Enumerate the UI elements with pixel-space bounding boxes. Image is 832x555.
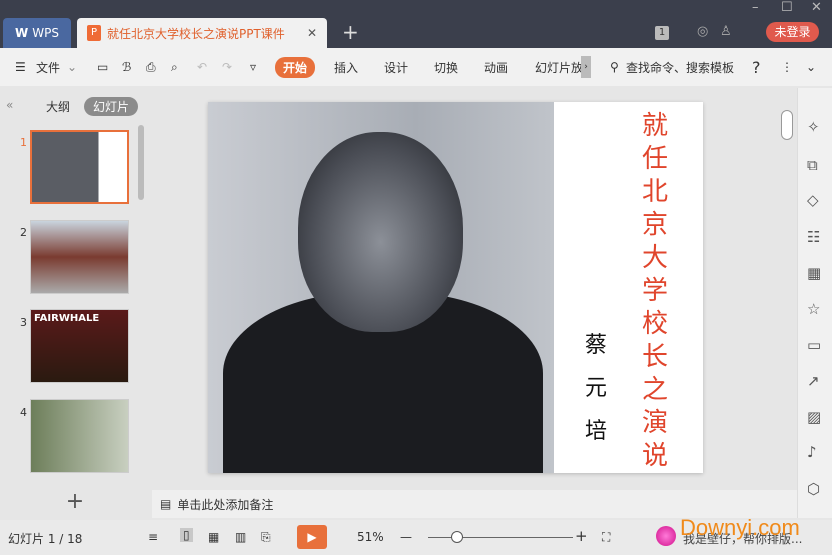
star-icon[interactable]: ☆: [807, 300, 820, 318]
slide-thumbnail-1[interactable]: [30, 130, 129, 204]
print-preview-icon[interactable]: ⌕: [171, 60, 178, 75]
archive-icon[interactable]: ▭: [807, 336, 821, 354]
scroll-tabs-right-button[interactable]: ›: [581, 56, 591, 78]
reading-view-icon[interactable]: ▥: [235, 530, 246, 544]
right-sidebar: ✧ ⧉ ◇ ☷ ▦ ☆ ▭ ↗ ▨ ♪ ⬡: [797, 88, 832, 518]
notes-toggle-icon[interactable]: ≡: [148, 530, 158, 544]
slide-title[interactable]: 就任北京大学校长之演说: [640, 110, 670, 473]
shape-icon[interactable]: ◇: [807, 191, 819, 209]
window-count-badge[interactable]: 1: [655, 26, 669, 40]
tab-outline[interactable]: 大纲: [46, 98, 70, 115]
redo-icon[interactable]: ↷: [222, 60, 232, 74]
transform-icon[interactable]: ⧉: [807, 156, 818, 174]
portrait-photo: [208, 102, 554, 473]
collapse-panel-icon[interactable]: «: [6, 98, 13, 112]
audio-icon[interactable]: ♪: [807, 443, 817, 461]
tab-slideshow[interactable]: 幻灯片放: [535, 59, 583, 76]
skin-icon[interactable]: ◎: [697, 24, 708, 39]
tab-animation[interactable]: 动画: [484, 59, 508, 76]
title-bar: W WPS P 就任北京大学校长之演说PPT课件 ✕ + – ☐ ✕ 1 ◎ ♙ 未登…: [0, 0, 832, 48]
login-button[interactable]: 未登录: [766, 22, 819, 42]
panel-scrollbar[interactable]: [138, 125, 144, 200]
shield-icon[interactable]: ⬡: [807, 480, 820, 498]
add-slide-button[interactable]: +: [0, 488, 150, 518]
slide-count: 幻灯片 1 / 18: [8, 532, 83, 546]
normal-view-icon[interactable]: ▯: [180, 528, 193, 542]
gallery-icon[interactable]: ▦: [807, 264, 821, 282]
slide-panel: « 大纲 幻灯片 1 2 3 FAIRWHALE 4: [0, 88, 150, 488]
more-dropdown-icon[interactable]: ▿: [250, 60, 256, 74]
slide-thumbnail-4[interactable]: [30, 399, 129, 473]
wps-home-tab[interactable]: W WPS: [3, 18, 71, 48]
save-icon[interactable]: ▭: [97, 60, 108, 74]
tab-start[interactable]: 开始: [275, 56, 316, 78]
tab-transition[interactable]: 切换: [434, 59, 458, 76]
zoom-in-button[interactable]: +: [575, 527, 588, 545]
print-icon[interactable]: ⎙: [146, 60, 156, 75]
slide-sorter-icon[interactable]: ▦: [208, 530, 219, 544]
undo-icon[interactable]: ↶: [197, 60, 207, 74]
collapse-ribbon-icon[interactable]: ⌄: [806, 60, 816, 74]
new-tab-button[interactable]: +: [342, 20, 359, 44]
shirt-icon[interactable]: ♙: [720, 24, 732, 39]
slide-number: 2: [20, 226, 27, 239]
notes-placeholder: 单击此处添加备注: [177, 497, 274, 512]
slide-number: 3: [20, 316, 27, 329]
share-icon[interactable]: ↗: [807, 372, 820, 390]
image-icon[interactable]: ▨: [807, 408, 821, 426]
zoom-out-button[interactable]: —: [400, 530, 412, 544]
slide-number: 4: [20, 406, 27, 419]
slide-thumbnail-2[interactable]: [30, 220, 129, 294]
command-search[interactable]: 查找命令、搜索模板: [626, 59, 734, 76]
tab-design[interactable]: 设计: [384, 59, 408, 76]
slide-number: 1: [20, 136, 27, 149]
watermark: Downyi.com: [680, 515, 800, 540]
close-window-button[interactable]: ✕: [811, 0, 822, 15]
settings-sliders-icon[interactable]: ☷: [807, 228, 820, 246]
presenter-icon[interactable]: ⎘: [261, 530, 271, 545]
thumbnail-text: FAIRWHALE: [34, 313, 100, 324]
slide-author[interactable]: 蔡元培: [581, 324, 611, 453]
zoom-level[interactable]: 51%: [357, 530, 384, 544]
presentation-icon: P: [87, 25, 101, 41]
search-icon: ⚲: [610, 60, 619, 74]
chevron-down-icon[interactable]: ⌄: [67, 60, 77, 74]
assistant-avatar[interactable]: [656, 526, 676, 546]
document-title: 就任北京大学校长之演说PPT课件: [107, 26, 285, 41]
current-slide[interactable]: 就任北京大学校长之演说 蔡元培: [208, 102, 703, 473]
zoom-slider[interactable]: [428, 537, 573, 538]
tab-slides[interactable]: 幻灯片: [84, 97, 139, 116]
wps-label: WPS: [32, 26, 59, 40]
play-slideshow-button[interactable]: ▶: [297, 525, 327, 549]
wps-logo-icon: W: [15, 26, 29, 40]
minimize-button[interactable]: –: [752, 0, 759, 15]
format-painter-icon[interactable]: ℬ: [122, 60, 131, 74]
close-tab-icon[interactable]: ✕: [307, 26, 317, 40]
magic-icon[interactable]: ✧: [807, 118, 820, 136]
more-options-icon[interactable]: ⋮: [781, 60, 793, 74]
notes-icon: ▤: [160, 497, 172, 511]
canvas-scrollbar[interactable]: [781, 110, 793, 140]
maximize-button[interactable]: ☐: [781, 0, 793, 15]
tab-insert[interactable]: 插入: [334, 59, 358, 76]
file-menu[interactable]: 文件: [36, 59, 60, 76]
slide-thumbnail-3[interactable]: FAIRWHALE: [30, 309, 129, 383]
fit-window-icon[interactable]: ⛶: [602, 530, 610, 545]
document-tab[interactable]: P 就任北京大学校长之演说PPT课件 ✕: [77, 18, 327, 48]
help-button[interactable]: ?: [752, 58, 761, 77]
zoom-slider-handle[interactable]: [451, 531, 463, 543]
menu-icon[interactable]: ☰: [15, 60, 26, 74]
ribbon-toolbar: ☰ 文件 ⌄ ▭ ℬ ⎙ ⌕ ↶ ↷ ▿ 开始 插入 设计 切换 动画 幻灯片放…: [0, 48, 832, 86]
notes-area[interactable]: ▤ 单击此处添加备注: [152, 490, 797, 518]
